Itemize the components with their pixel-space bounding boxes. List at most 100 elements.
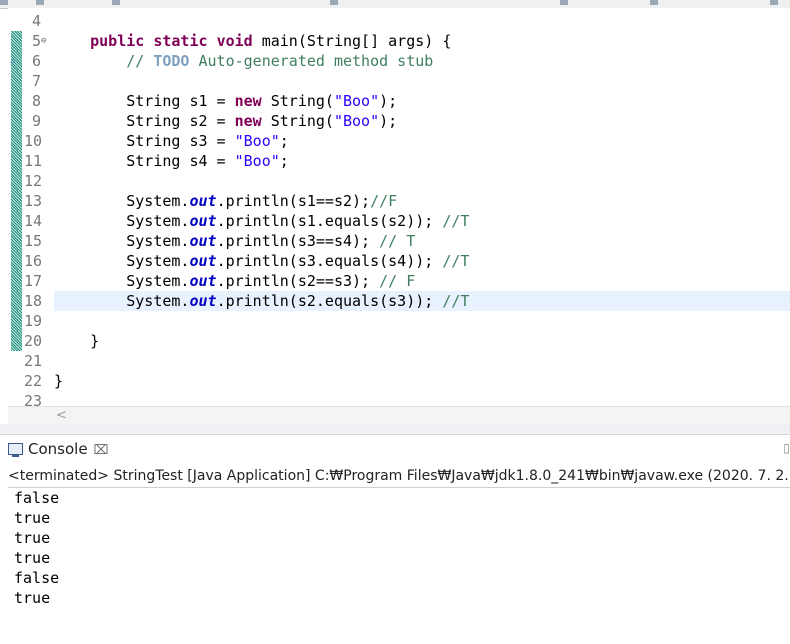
view-menu-icon[interactable]: ▯ — [783, 441, 790, 455]
code-line[interactable]: 11 String s4 = "Boo"; — [8, 151, 790, 171]
code-token: out — [189, 212, 217, 230]
code-token: System. — [54, 252, 190, 270]
code-text: String s3 = "Boo"; — [54, 131, 289, 151]
line-number: 18 — [24, 292, 43, 310]
output-line: true — [14, 509, 51, 527]
code-line[interactable]: 20 } — [8, 331, 790, 351]
code-token: "Boo" — [234, 132, 280, 150]
quick-diff-marker — [11, 251, 22, 271]
tab-console[interactable]: Console ⌧ — [8, 435, 109, 463]
code-token: .println(s3.equals(s4)); — [216, 252, 443, 270]
code-line[interactable]: 15 System.out.println(s3==s4); // T — [8, 231, 790, 251]
line-number: 9 — [31, 112, 41, 130]
quick-diff-marker — [11, 171, 22, 191]
code-text: } — [54, 371, 63, 391]
code-token: out — [189, 292, 217, 310]
line-number: 19 — [24, 312, 43, 330]
code-token: } — [54, 372, 64, 390]
code-line[interactable]: 21 — [8, 351, 790, 371]
quick-diff-marker — [11, 311, 22, 331]
code-text: String s2 = new String("Boo"); — [54, 111, 397, 131]
line-number: 6 — [31, 52, 41, 70]
code-token: Auto-generated method stub — [189, 52, 434, 70]
code-token: out — [189, 252, 217, 270]
code-token: System. — [54, 212, 190, 230]
code-text: System.out.println(s1==s2);//F — [54, 191, 397, 211]
console-output[interactable]: false true true true false true — [14, 488, 59, 608]
quick-diff-marker — [11, 191, 22, 211]
line-number: 7 — [31, 72, 41, 90]
code-token: .println(s2.equals(s3)); — [216, 292, 443, 310]
output-line: true — [14, 529, 51, 547]
code-token: ; — [279, 152, 289, 170]
quick-diff-marker — [11, 111, 22, 131]
code-line[interactable]: 5 ⊖ public static void main(String[] args… — [8, 31, 790, 51]
code-line[interactable]: 7 — [8, 71, 790, 91]
line-number: 21 — [24, 352, 43, 370]
code-text: // TODO Auto-generated method stub — [54, 51, 433, 71]
code-token: main(String[] args) { — [252, 32, 452, 50]
code-line[interactable]: 19 — [8, 311, 790, 331]
line-number: 8 — [31, 92, 41, 110]
code-token: String( — [261, 92, 334, 110]
line-number: 5 — [31, 32, 41, 50]
code-line[interactable]: 4 — [8, 11, 790, 31]
code-text: System.out.println(s3.equals(s4)); //T — [54, 251, 469, 271]
code-text: public static void main(String[] args) { — [54, 31, 451, 51]
line-number: 15 — [24, 232, 43, 250]
code-token: // F — [379, 272, 416, 290]
close-icon[interactable]: ⌧ — [94, 443, 109, 458]
console-status: <terminated> StringTest [Java Applicatio… — [8, 465, 790, 488]
code-token: System. — [54, 232, 190, 250]
code-token: //T — [442, 252, 470, 270]
code-token: // — [126, 52, 154, 70]
code-line[interactable]: 13 System.out.println(s1==s2);//F — [8, 191, 790, 211]
quick-diff-marker — [11, 131, 22, 151]
code-token: String s3 = — [54, 132, 235, 150]
code-token: out — [189, 192, 217, 210]
code-token: ; — [279, 132, 289, 150]
line-number: 16 — [24, 252, 43, 270]
fold-toggle-icon[interactable]: ⊖ — [41, 37, 46, 46]
code-text: System.out.println(s3==s4); // T — [54, 231, 415, 251]
quick-diff-marker — [11, 71, 22, 91]
scroll-left-icon[interactable]: < — [56, 407, 67, 425]
code-line[interactable]: 17 System.out.println(s2==s3); // F — [8, 271, 790, 291]
line-number: 12 — [24, 172, 43, 190]
quick-diff-marker — [11, 211, 22, 231]
line-number: 17 — [24, 272, 43, 290]
code-line[interactable]: 9 String s2 = new String("Boo"); — [8, 111, 790, 131]
code-line[interactable]: 8 String s1 = new String("Boo"); — [8, 91, 790, 111]
code-token: //T — [442, 292, 470, 310]
code-token: .println(s2==s3); — [216, 272, 380, 290]
console-icon — [8, 443, 23, 457]
code-line[interactable]: 14 System.out.println(s1.equals(s2)); //… — [8, 211, 790, 231]
quick-diff-marker — [11, 271, 22, 291]
line-number: 14 — [24, 212, 43, 230]
code-token: new — [234, 112, 262, 130]
editor-horizontal-scrollbar[interactable]: < — [8, 406, 790, 425]
code-token: .println(s1.equals(s2)); — [216, 212, 443, 230]
line-number: 11 — [24, 152, 43, 170]
task-marker-icon[interactable]: ⚠ — [10, 57, 15, 66]
code-text: String s1 = new String("Boo"); — [54, 91, 397, 111]
code-text: String s4 = "Boo"; — [54, 151, 289, 171]
code-token: void — [216, 32, 253, 50]
output-line: false — [14, 569, 60, 587]
code-token: //T — [442, 212, 470, 230]
code-token: "Boo" — [234, 152, 280, 170]
code-editor[interactable]: 4 5 ⊖ public static void main(String[] arg… — [8, 8, 790, 408]
code-line[interactable]: 12 — [8, 171, 790, 191]
output-line: false — [14, 489, 60, 507]
code-line[interactable]: 22} — [8, 371, 790, 391]
quick-diff-marker — [11, 331, 22, 351]
code-line[interactable]: 18 System.out.println(s2.equals(s3)); //… — [8, 291, 790, 311]
panel-divider[interactable] — [0, 424, 790, 435]
code-token: .println(s1==s2); — [216, 192, 371, 210]
code-line[interactable]: ⚠ 6 // TODO Auto-generated method stub — [8, 51, 790, 71]
code-line[interactable]: 10 String s3 = "Boo"; — [8, 131, 790, 151]
code-line[interactable]: 16 System.out.println(s3.equals(s4)); //… — [8, 251, 790, 271]
code-token: ); — [379, 92, 398, 110]
